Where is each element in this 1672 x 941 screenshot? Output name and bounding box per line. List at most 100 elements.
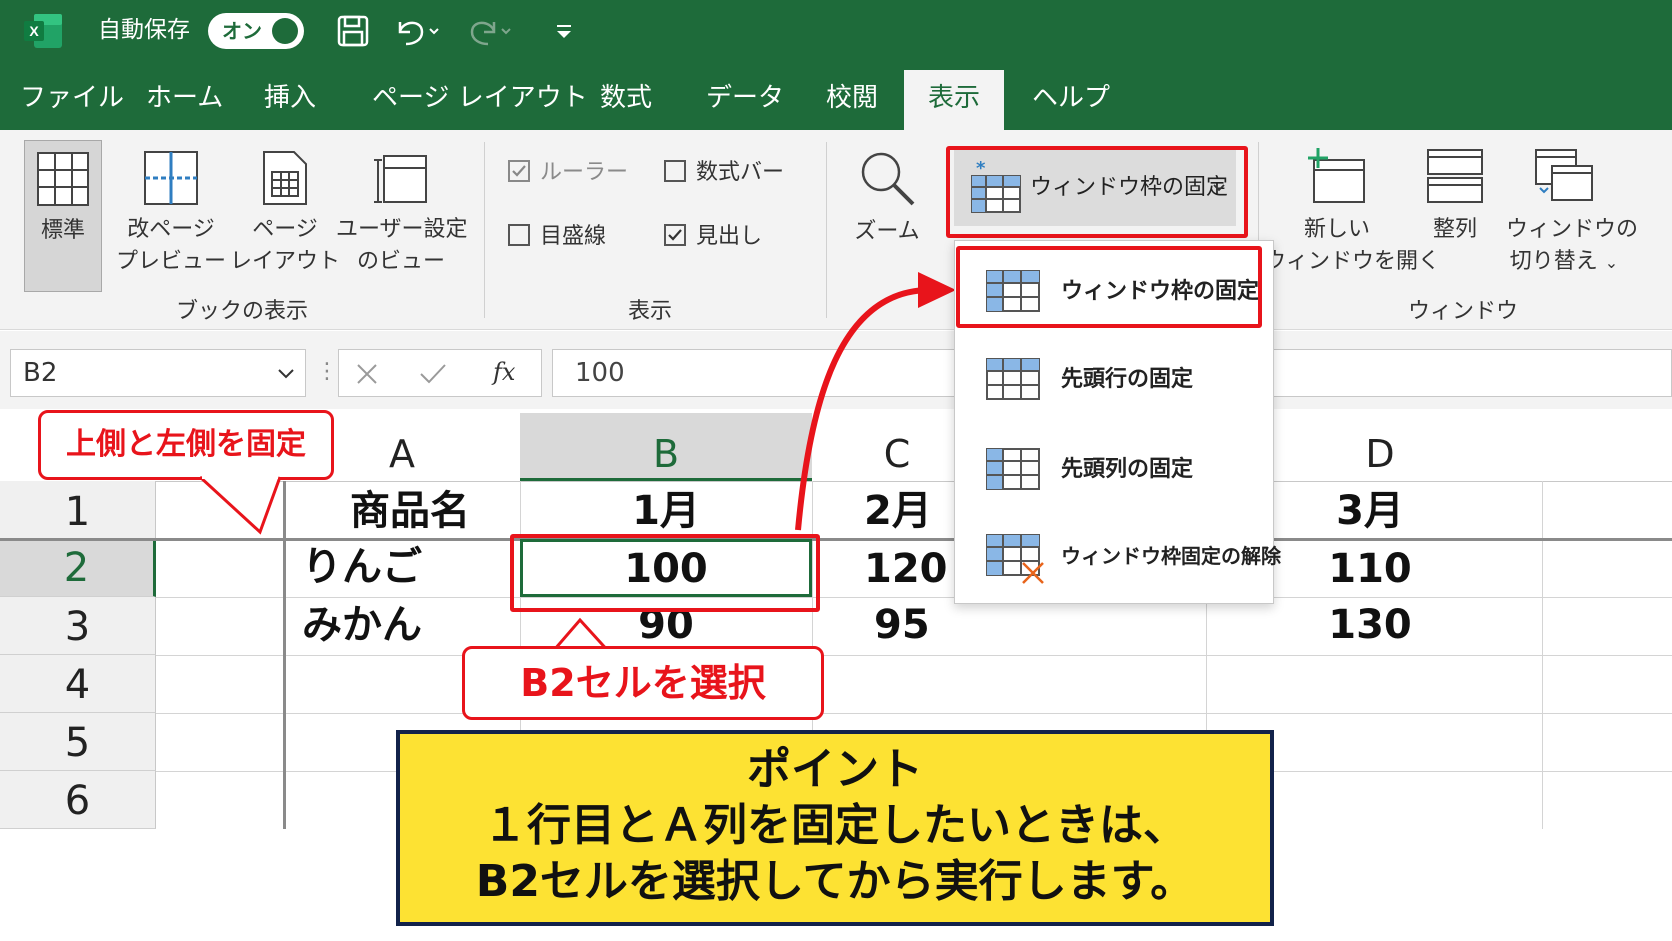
menu-item-unfreeze-panes-label: ウィンドウ枠固定の解除 <box>1061 544 1281 568</box>
autosave-state: オン <box>222 19 262 43</box>
group-label-show: 表示 <box>628 299 673 324</box>
menu-item-freeze-top-row-label: 先頭行の固定 <box>1061 367 1194 392</box>
column-header-d[interactable]: D <box>1230 409 1530 481</box>
tab-file[interactable]: ファイル <box>20 78 124 118</box>
page-break-preview-button[interactable]: 改ページ プレビュー <box>116 140 226 292</box>
point-line-2: B2セルを選択してから実行します。 <box>475 856 1195 907</box>
switch-window-button[interactable]: ウィンドウの 切り替え ⌄ <box>1506 140 1639 292</box>
chevron-down-icon: ⌄ <box>1604 253 1619 272</box>
redo-icon[interactable] <box>468 14 518 48</box>
cell-d3[interactable]: 130 <box>1230 601 1510 649</box>
enter-icon[interactable] <box>419 362 447 386</box>
normal-view-icon <box>37 152 89 206</box>
menu-item-freeze-first-column-label: 先頭列の固定 <box>1061 457 1194 482</box>
cell-c3[interactable]: 95 <box>874 601 930 649</box>
custom-view-icon <box>374 155 427 203</box>
arrange-button[interactable]: 整列 <box>1418 140 1492 260</box>
group-separator <box>484 142 485 318</box>
highlight-freeze-button <box>946 146 1248 238</box>
excel-logo-letter: X <box>29 23 39 39</box>
name-box-value: B2 <box>23 358 58 388</box>
tab-home[interactable]: ホーム <box>146 78 223 118</box>
tab-help[interactable]: ヘルプ <box>1032 78 1110 118</box>
row-header-5[interactable]: 5 <box>0 713 156 771</box>
customize-icon[interactable] <box>552 14 576 48</box>
row-header-6[interactable]: 6 <box>0 771 156 829</box>
menu-bar: ファイル ホーム 挿入 ページ レイアウト 数式 データ 校閲 表示 ヘルプ <box>0 62 1672 130</box>
autosave-label: 自動保存 <box>98 17 190 43</box>
new-window-button[interactable]: 新しい ウィンドウを開く <box>1264 140 1441 292</box>
highlight-freeze-menu-item <box>956 246 1262 328</box>
insert-function-button[interactable]: fx <box>493 356 515 388</box>
formula-bar-checkbox[interactable]: 数式バー <box>664 158 784 188</box>
unfreeze-panes-icon <box>986 534 1044 584</box>
tab-data[interactable]: データ <box>706 78 784 118</box>
tab-formulas[interactable]: 数式 <box>600 78 652 118</box>
group-label-book-view: ブックの表示 <box>176 299 309 324</box>
normal-view-button[interactable]: 標準 <box>24 140 102 292</box>
zoom-label: ズーム <box>854 219 920 244</box>
chevron-down-icon[interactable] <box>277 368 295 380</box>
page-layout-label-1: ページ <box>252 217 318 242</box>
point-note: ポイント １行目とＡ列を固定したいときは、 B2セルを選択してから実行します。 <box>396 730 1274 926</box>
formula-bar-check-box <box>664 160 686 182</box>
ruler-checkbox[interactable]: ルーラー <box>508 158 628 188</box>
tab-review[interactable]: 校閲 <box>826 78 878 118</box>
gridlines-check-box <box>508 224 530 246</box>
new-window-label-2: ウィンドウを開く <box>1264 249 1441 274</box>
autosave-toggle[interactable]: オン <box>208 13 304 49</box>
headings-checkbox[interactable]: 見出し <box>664 222 762 252</box>
gridline <box>156 655 1672 656</box>
page-break-icon <box>144 151 198 205</box>
switch-window-label-text: 切り替え <box>1509 249 1598 274</box>
row-header-4[interactable]: 4 <box>0 655 156 713</box>
point-line-1: １行目とＡ列を固定したいときは、 <box>483 800 1187 851</box>
name-box[interactable]: B2 <box>10 349 306 397</box>
switch-window-label-1: ウィンドウの <box>1506 217 1639 242</box>
arrange-label: 整列 <box>1432 217 1477 242</box>
cell-c2[interactable]: 120 <box>864 545 948 593</box>
cell-a1[interactable]: 商品名 <box>350 487 470 535</box>
custom-view-label-2: のビュー <box>356 249 445 274</box>
gridlines-checkbox[interactable]: 目盛線 <box>508 222 606 252</box>
freeze-top-row-icon <box>986 358 1040 400</box>
gridlines-label: 目盛線 <box>540 224 607 249</box>
menu-item-freeze-top-row[interactable]: 先頭行の固定 <box>955 337 1273 421</box>
custom-view-label-1: ユーザー設定 <box>336 217 468 242</box>
zoom-button[interactable]: ズーム <box>842 140 932 260</box>
gridline <box>156 597 1672 598</box>
cell-a2[interactable]: りんご <box>302 543 422 591</box>
page-layout-icon <box>263 151 307 205</box>
more-options-icon[interactable]: ⋮ <box>316 359 338 384</box>
cell-a3[interactable]: みかん <box>302 601 422 649</box>
ruler-label: ルーラー <box>540 160 629 185</box>
row-header-1[interactable]: 1 <box>0 481 156 539</box>
cell-b1[interactable]: 1月 <box>520 487 812 535</box>
arrow-icon <box>795 272 956 531</box>
cancel-icon[interactable] <box>355 362 379 386</box>
menu-item-freeze-first-column[interactable]: 先頭列の固定 <box>955 427 1273 511</box>
page-layout-label-2: レイアウト <box>230 249 341 274</box>
ruler-check-box <box>508 160 530 182</box>
toggle-knob <box>272 18 298 44</box>
column-header-b[interactable]: B <box>520 409 812 481</box>
page-layout-view-button[interactable]: ページ レイアウト <box>230 140 340 292</box>
tab-insert[interactable]: 挿入 <box>264 78 316 118</box>
tab-view[interactable]: 表示 <box>904 70 1005 130</box>
menu-item-unfreeze-panes[interactable]: ウィンドウ枠固定の解除 <box>955 513 1281 597</box>
save-icon[interactable] <box>336 14 370 48</box>
group-label-window: ウィンドウ <box>1408 299 1519 324</box>
excel-logo-icon: X <box>24 14 62 48</box>
callout-select-b2: B2セルを選択 <box>462 646 824 720</box>
zoom-icon <box>861 152 915 206</box>
undo-icon[interactable] <box>392 14 442 48</box>
switch-window-icon <box>1535 149 1593 201</box>
headings-label: 見出し <box>696 224 763 249</box>
custom-view-button[interactable]: ユーザー設定 のビュー <box>336 140 468 292</box>
tab-page-layout[interactable]: ページ レイアウト <box>372 78 588 118</box>
highlight-cell-b2 <box>510 534 820 612</box>
page-break-label-1: 改ページ <box>127 217 215 242</box>
gridline <box>1542 481 1543 829</box>
row-header-2[interactable]: 2 <box>0 539 156 597</box>
row-header-3[interactable]: 3 <box>0 597 156 655</box>
